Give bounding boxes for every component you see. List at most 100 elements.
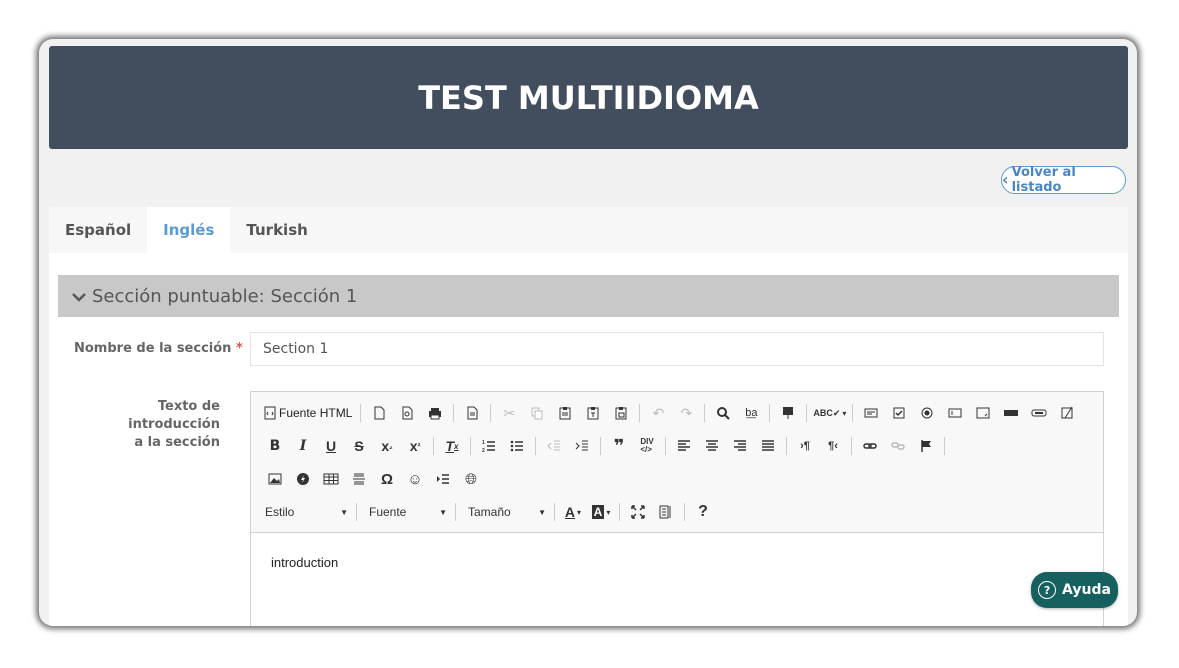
section-name-label-text: Nombre de la sección — [74, 341, 232, 356]
section-name-label: Nombre de la sección * — [74, 340, 243, 358]
style-dropdown[interactable]: Estilo ▼ — [259, 500, 354, 524]
textarea-icon[interactable] — [971, 401, 995, 425]
spellcheck-icon[interactable]: ABC✔ ▾ — [813, 401, 846, 425]
subscript-icon[interactable]: x₂ — [375, 434, 399, 458]
page-break-icon[interactable] — [431, 467, 455, 491]
cut-icon[interactable]: ✂ — [497, 401, 521, 425]
toolbar-separator — [704, 404, 706, 422]
rich-text-editor: Fuente HTML ✂ ↶ ↷ b͟a ABC✔ ▾ B I U S x ₂… — [250, 391, 1104, 626]
page-header: TEST MULTIIDIOMA — [49, 46, 1128, 149]
dropdown-arrow-icon: ▼ — [439, 507, 447, 517]
form-icon[interactable] — [859, 401, 883, 425]
justify-icon[interactable] — [756, 434, 780, 458]
align-left-icon[interactable] — [672, 434, 696, 458]
iframe-globe-icon[interactable]: 🌐︎ — [459, 467, 483, 491]
font-dropdown-label: Fuente — [369, 505, 407, 519]
align-center-icon[interactable] — [700, 434, 724, 458]
smiley-icon[interactable]: ☺ — [403, 467, 427, 491]
section-header[interactable]: Sección puntuable: Sección 1 — [58, 275, 1119, 317]
bg-color-icon[interactable]: A ▾ — [589, 500, 613, 524]
toolbar-separator — [639, 404, 641, 422]
ltr-icon[interactable]: ›¶ — [793, 434, 817, 458]
italic-icon[interactable]: I — [291, 434, 315, 458]
hidden-field-icon[interactable] — [1055, 401, 1079, 425]
toolbar-separator — [356, 503, 357, 521]
editor-content-area[interactable]: introduction — [251, 533, 1103, 592]
help-button-label: Ayuda — [1062, 582, 1111, 598]
back-to-list-button[interactable]: ‹ Volver al listado — [1001, 165, 1126, 195]
section-title: Sección puntuable: Sección 1 — [92, 285, 358, 307]
print-icon[interactable] — [423, 401, 447, 425]
table-icon[interactable] — [319, 467, 343, 491]
find-icon[interactable] — [711, 401, 735, 425]
link-icon[interactable] — [858, 434, 882, 458]
align-right-icon[interactable] — [728, 434, 752, 458]
unlink-icon[interactable] — [886, 434, 910, 458]
bulleted-list-icon[interactable] — [505, 434, 529, 458]
editor-content-text: introduction — [271, 555, 339, 570]
language-tabs: Español Inglés Turkish — [49, 207, 1128, 253]
source-html-button[interactable]: Fuente HTML — [263, 401, 354, 425]
toolbar-separator — [684, 503, 685, 521]
horizontal-rule-icon[interactable] — [347, 467, 371, 491]
replace-icon[interactable]: b͟a — [739, 401, 763, 425]
size-dropdown[interactable]: Tamaño ▼ — [462, 500, 552, 524]
special-char-icon[interactable]: Ω — [375, 467, 399, 491]
select-field-icon[interactable] — [999, 401, 1023, 425]
text-field-icon[interactable] — [943, 401, 967, 425]
flash-icon[interactable] — [291, 467, 315, 491]
show-blocks-icon[interactable] — [654, 500, 678, 524]
text-color-icon[interactable]: A ▾ — [561, 500, 585, 524]
chevron-down-icon — [72, 286, 86, 307]
image-icon[interactable] — [263, 467, 287, 491]
radio-icon[interactable] — [915, 401, 939, 425]
toolbar-separator — [944, 437, 945, 455]
div-container-icon[interactable]: DIV </> — [635, 434, 659, 458]
checkbox-icon[interactable] — [887, 401, 911, 425]
new-page-icon[interactable] — [367, 401, 391, 425]
numbered-list-icon[interactable]: 12 — [477, 434, 501, 458]
toolbar-separator — [453, 404, 455, 422]
paste-icon[interactable] — [553, 401, 577, 425]
app-window: TEST MULTIIDIOMA ‹ Volver al listado Esp… — [39, 39, 1137, 626]
dropdown-arrow-icon: ▼ — [340, 507, 348, 517]
anchor-flag-icon[interactable] — [914, 434, 938, 458]
remove-format-icon[interactable]: Tx — [440, 434, 464, 458]
bold-icon[interactable]: B — [263, 434, 287, 458]
maximize-icon[interactable] — [626, 500, 650, 524]
page-title: TEST MULTIIDIOMA — [418, 78, 759, 117]
tab-panel: Sección puntuable: Sección 1 Nombre de l… — [49, 253, 1128, 626]
superscript-icon[interactable]: x² — [403, 434, 427, 458]
select-all-icon[interactable] — [776, 401, 800, 425]
help-question-icon[interactable]: ? — [691, 500, 715, 524]
templates-icon[interactable] — [460, 401, 484, 425]
redo-icon[interactable]: ↷ — [674, 401, 698, 425]
rtl-icon[interactable]: ¶‹ — [821, 434, 845, 458]
tab-turkish[interactable]: Turkish — [230, 207, 323, 253]
strikethrough-icon[interactable]: S — [347, 434, 371, 458]
outdent-icon[interactable] — [542, 434, 566, 458]
chevron-left-icon: ‹ — [1002, 170, 1009, 189]
toolbar-separator — [852, 404, 854, 422]
toolbar-separator — [786, 437, 787, 455]
paste-text-icon[interactable] — [581, 401, 605, 425]
paste-word-icon[interactable] — [609, 401, 633, 425]
back-to-list-label: Volver al listado — [1011, 165, 1076, 195]
copy-icon[interactable] — [525, 401, 549, 425]
font-dropdown[interactable]: Fuente ▼ — [363, 500, 453, 524]
undo-icon[interactable]: ↶ — [646, 401, 670, 425]
section-name-input[interactable] — [250, 332, 1104, 366]
tab-ingles[interactable]: Inglés — [147, 207, 231, 253]
source-html-label: Fuente HTML — [279, 406, 353, 420]
required-mark: * — [235, 341, 243, 356]
editor-toolbar: Fuente HTML ✂ ↶ ↷ b͟a ABC✔ ▾ B I U S x ₂… — [251, 392, 1103, 533]
help-button[interactable]: ? Ayuda — [1031, 572, 1118, 608]
blockquote-icon[interactable]: ❞ — [607, 434, 631, 458]
toolbar-separator — [455, 503, 456, 521]
tab-espanol[interactable]: Español — [49, 207, 147, 253]
indent-icon[interactable] — [570, 434, 594, 458]
preview-icon[interactable] — [395, 401, 419, 425]
button-field-icon[interactable] — [1027, 401, 1051, 425]
underline-icon[interactable]: U — [319, 434, 343, 458]
toolbar-separator — [554, 503, 555, 521]
